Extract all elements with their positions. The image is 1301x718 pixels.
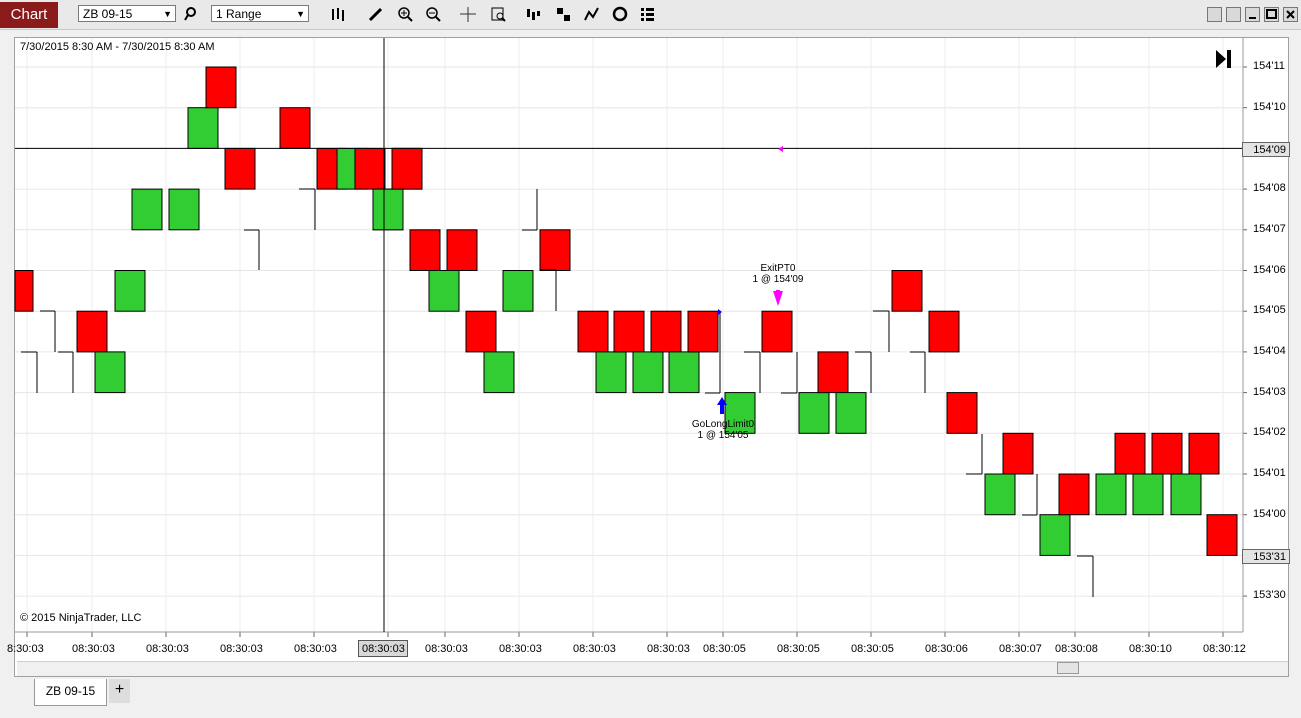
add-tab-button[interactable]: +: [109, 679, 130, 703]
exit-arrow-shaft: [776, 290, 780, 300]
range-bar: [1039, 514, 1071, 556]
range-bar: [595, 351, 627, 394]
range-bar: [483, 351, 515, 394]
range-bar: [1058, 473, 1090, 516]
chart-date-range: 7/30/2015 8:30 AM - 7/30/2015 8:30 AM: [20, 41, 215, 53]
time-label: 08:30:05: [703, 643, 746, 655]
range-bar: [446, 229, 478, 272]
range-bar: [817, 351, 849, 394]
range-bar: [761, 310, 793, 353]
range-bar: [131, 188, 163, 231]
time-label: 08:30:03: [573, 643, 616, 655]
range-bar: [502, 270, 534, 312]
range-bar: [354, 147, 386, 190]
range-bar: [687, 310, 719, 353]
range-bar: [798, 392, 830, 434]
range-bar: [14, 270, 34, 312]
range-bar: [928, 310, 960, 353]
range-bar: [1002, 432, 1034, 475]
range-bar: [946, 392, 978, 434]
last-price-tag: 153'31: [1242, 549, 1290, 564]
range-bar: [1114, 432, 1146, 475]
bottom-tab-bar: [0, 677, 1301, 718]
time-label: 08:30:05: [851, 643, 894, 655]
price-label: 153'30: [1253, 589, 1286, 602]
exit-price-marker: [778, 146, 783, 152]
range-bar: [1132, 473, 1164, 516]
range-bar: [650, 310, 682, 353]
range-bar: [114, 270, 146, 312]
range-bar: [279, 107, 311, 149]
time-label: 08:30:08: [1055, 643, 1098, 655]
exit-annotation: ExitPT0 1 @ 154'09: [748, 263, 808, 285]
range-bar: [187, 107, 219, 149]
entry-annotation-detail: 1 @ 154'05: [697, 430, 749, 441]
range-bar: [613, 310, 645, 353]
entry-annotation-name: GoLongLimit0: [691, 419, 755, 430]
range-bar: [1170, 473, 1202, 516]
price-label: 154'02: [1253, 426, 1286, 439]
range-bar: [391, 147, 423, 190]
price-label: 154'10: [1253, 100, 1286, 113]
tab-instrument-label: ZB 09-15: [45, 684, 96, 698]
time-label: 08:30:10: [1129, 643, 1172, 655]
time-label: 08:30:06: [925, 643, 968, 655]
range-bar: [1188, 432, 1220, 475]
tab-instrument[interactable]: ZB 09-15: [34, 679, 107, 706]
price-label: 154'01: [1253, 467, 1286, 479]
entry-arrow-shaft: [720, 403, 724, 414]
price-label: 154'07: [1253, 222, 1286, 235]
range-bar: [224, 147, 256, 190]
scroll-to-end-icon[interactable]: [1214, 48, 1232, 70]
copyright-text: © 2015 NinjaTrader, LLC: [20, 612, 142, 624]
range-bar: [1151, 432, 1183, 475]
time-label: 08:30:03: [499, 643, 542, 655]
price-label: 154'03: [1253, 385, 1286, 398]
price-label: 154'11: [1253, 60, 1285, 72]
price-label: 154'06: [1253, 263, 1286, 276]
time-label: 08:30:07: [999, 643, 1042, 655]
range-bar: [465, 310, 497, 353]
range-bar: [1095, 473, 1127, 516]
range-bar: [372, 188, 404, 231]
range-bar: [668, 351, 700, 394]
time-label: 08:30:03: [647, 643, 690, 655]
time-label: 08:30:03: [294, 643, 337, 655]
current-price-tag: 154'09: [1242, 142, 1290, 157]
last-price-value: 153'31: [1253, 551, 1286, 563]
price-chart[interactable]: [0, 0, 1301, 718]
exit-annotation-name: ExitPT0: [760, 263, 796, 274]
range-bar: [428, 270, 460, 312]
crosshair-time-label: 08:30:03: [362, 643, 405, 655]
range-bar: [984, 473, 1016, 516]
price-label: 154'04: [1253, 344, 1286, 357]
horizontal-scrollbar[interactable]: [17, 661, 1288, 676]
time-label: 08:30:03: [220, 643, 263, 655]
range-bar: [1206, 514, 1238, 556]
time-label: 08:30:03: [72, 643, 115, 655]
range-bar: [94, 351, 126, 394]
exit-annotation-detail: 1 @ 154'09: [752, 274, 804, 285]
current-price-value: 154'09: [1253, 144, 1286, 156]
range-bar: [835, 392, 867, 434]
scrollbar-thumb[interactable]: [1057, 662, 1079, 674]
range-bar: [205, 66, 237, 109]
range-bar: [577, 310, 609, 353]
range-bar: [168, 188, 200, 231]
time-label: 08:30:03: [425, 643, 468, 655]
price-label: 154'05: [1253, 304, 1286, 317]
time-label: 08:30:05: [777, 643, 820, 655]
price-label: 154'00: [1253, 507, 1286, 520]
entry-annotation: GoLongLimit0 1 @ 154'05: [685, 419, 761, 441]
time-label: 8:30:03: [7, 643, 44, 655]
range-bar: [632, 351, 664, 394]
range-bar: [539, 229, 571, 272]
range-bar: [409, 229, 441, 272]
range-bar: [891, 270, 923, 312]
price-label: 154'08: [1253, 182, 1286, 195]
range-bar: [76, 310, 108, 353]
time-label: 08:30:03: [146, 643, 189, 655]
time-label: 08:30:12: [1203, 643, 1246, 655]
